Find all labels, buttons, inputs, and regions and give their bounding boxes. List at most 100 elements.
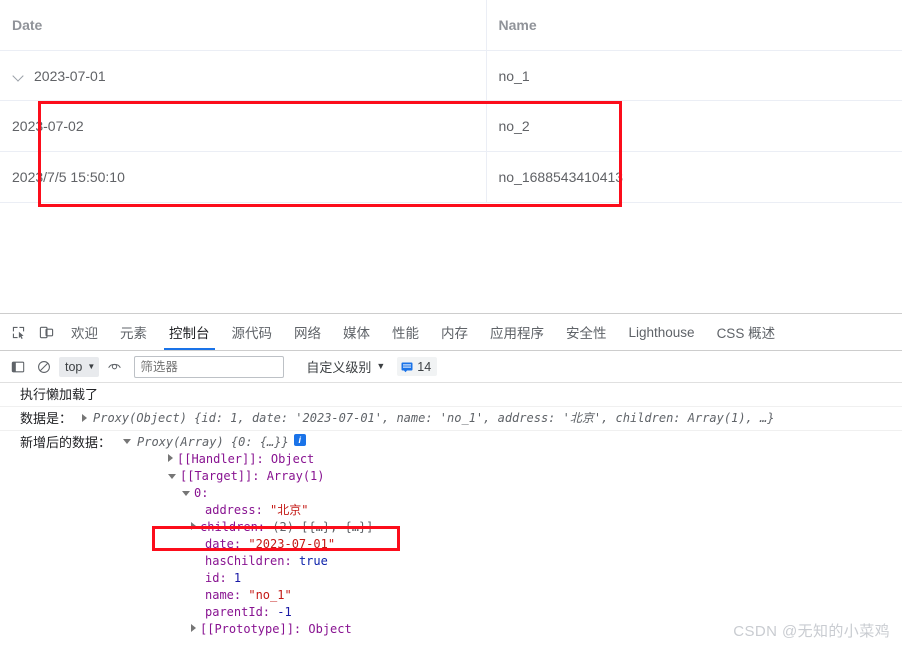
tree-prop-value: "北京" — [270, 503, 309, 517]
collapse-triangle-icon[interactable] — [168, 474, 176, 479]
expand-triangle-icon[interactable] — [82, 414, 88, 422]
tree-node-handler[interactable]: [[Handler]]: Object — [20, 451, 902, 468]
cell-name: no_1 — [486, 50, 902, 101]
device-toolbar-icon[interactable] — [32, 318, 60, 346]
tree-prop-key: id: — [205, 571, 227, 585]
tab-css-overview-label: CSS 概述 — [716, 326, 776, 341]
tab-media[interactable]: 媒体 — [332, 315, 381, 350]
column-header-date-label: Date — [12, 17, 43, 33]
tree-prop-value: 1 — [233, 571, 242, 585]
tree-node-label: [[Handler]]: Object — [177, 452, 315, 466]
tree-prop-id[interactable]: id: 1 — [20, 570, 902, 587]
expand-triangle-icon[interactable] — [191, 624, 196, 632]
cell-date: 2023-07-01 — [0, 50, 487, 101]
chevron-down-icon[interactable] — [12, 69, 26, 83]
cell-name-value: no_1 — [498, 67, 530, 84]
object-tree: [[Handler]]: Object [[Target]]: Array(1)… — [20, 451, 902, 638]
collapse-triangle-icon[interactable] — [123, 439, 132, 444]
tab-security[interactable]: 安全性 — [555, 315, 618, 350]
tree-prop-key: name: — [205, 588, 242, 602]
inspect-element-icon[interactable] — [4, 318, 32, 346]
console-output: 执行懒加载了 数据是： Proxy(Object) {id: 1, date: … — [0, 383, 902, 653]
tree-prop-key: children: — [200, 520, 266, 534]
cell-date: 2023/7/5 15:50:10 — [0, 151, 487, 203]
console-message[interactable]: 数据是： Proxy(Object) {id: 1, date: '2023-0… — [0, 407, 902, 431]
console-object-preview: Proxy(Object) {id: 1, date: '2023-07-01'… — [93, 411, 775, 425]
tree-prop-address[interactable]: address: "北京" — [20, 502, 902, 519]
tab-network[interactable]: 网络 — [283, 315, 332, 350]
tab-elements-label: 元素 — [120, 326, 147, 341]
info-icon[interactable]: i — [293, 434, 306, 446]
log-level-selector[interactable]: 自定义级别 ▼ — [306, 357, 385, 376]
console-message[interactable]: 新增后的数据： Proxy(Array) {0: {…}} i [[Handle… — [0, 431, 902, 641]
cell-date-value: 2023-07-02 — [12, 118, 84, 134]
tree-prop-children[interactable]: children: (2) [{…}, {…}] — [20, 519, 902, 536]
column-header-date[interactable]: Date — [0, 0, 487, 51]
filter-input[interactable] — [134, 355, 285, 378]
tab-memory[interactable]: 内存 — [430, 315, 479, 350]
tree-prop-value: true — [298, 554, 328, 568]
tree-prop-date[interactable]: date: "2023-07-01" — [20, 536, 902, 553]
tree-prop-name[interactable]: name: "no_1" — [20, 587, 902, 604]
expand-triangle-icon[interactable] — [191, 522, 196, 530]
table-row[interactable]: 2023/7/5 15:50:10 no_1688543410413 — [0, 151, 902, 203]
tree-prop-haschildren[interactable]: hasChildren: true — [20, 553, 902, 570]
console-message-label: 数据是： — [20, 411, 73, 426]
tab-application[interactable]: 应用程序 — [479, 315, 555, 350]
column-header-name-label: Name — [498, 17, 537, 33]
table-body: 2023-07-01 no_1 2023-07-02 no_2 2023/7/5… — [0, 50, 902, 203]
console-sidebar-icon[interactable] — [5, 354, 31, 380]
tab-elements[interactable]: 元素 — [109, 315, 158, 350]
tab-welcome[interactable]: 欢迎 — [60, 315, 109, 350]
tree-prop-value: -1 — [277, 605, 292, 619]
cell-name: no_1688543410413 — [486, 151, 902, 203]
tab-css-overview[interactable]: CSS 概述 — [706, 315, 787, 350]
log-level-label: 自定义级别 — [306, 360, 372, 375]
tab-sources-label: 源代码 — [231, 326, 273, 341]
tab-performance-label: 性能 — [392, 326, 419, 341]
execution-context-selector[interactable]: top ▼ — [59, 356, 100, 377]
table-row[interactable]: 2023-07-01 no_1 — [0, 50, 902, 101]
tree-prop-value: "no_1" — [248, 588, 292, 602]
clear-console-icon[interactable] — [31, 354, 57, 380]
tree-prop-parentid[interactable]: parentId: -1 — [20, 604, 902, 621]
cell-date-value: 2023/7/5 15:50:10 — [12, 169, 125, 185]
console-toolbar: top ▼ 自定义级别 ▼ 14 — [0, 351, 902, 383]
issues-badge[interactable]: 14 — [397, 357, 438, 376]
table-header-row: Date Name — [0, 0, 902, 51]
tree-prop-value: "2023-07-01" — [248, 537, 336, 551]
tab-sources[interactable]: 源代码 — [221, 315, 284, 350]
console-message[interactable]: 执行懒加载了 — [0, 383, 902, 407]
tree-node-label: [[Prototype]]: Object — [200, 622, 352, 636]
tab-console-label: 控制台 — [169, 326, 210, 341]
tree-prop-key: address: — [205, 503, 263, 517]
tree-prop-value: (2) [{…}, {…}] — [272, 520, 374, 534]
expand-triangle-icon[interactable] — [168, 454, 173, 462]
chevron-down-icon: ▼ — [87, 361, 96, 371]
tab-welcome-label: 欢迎 — [71, 326, 98, 341]
cell-name-value: no_2 — [498, 118, 530, 134]
data-table: Date Name 2023-07-01 no_1 2023-07-02 no_… — [0, 0, 902, 203]
tree-node-label: 0: — [194, 486, 209, 500]
chevron-down-icon: ▼ — [376, 361, 386, 371]
tab-lighthouse-label: Lighthouse — [628, 324, 695, 340]
tab-lighthouse[interactable]: Lighthouse — [618, 315, 706, 350]
tab-console[interactable]: 控制台 — [158, 315, 221, 350]
table-header: Date Name — [0, 0, 902, 51]
cell-date-value: 2023-07-01 — [34, 67, 106, 84]
collapse-triangle-icon[interactable] — [182, 491, 190, 496]
tab-security-label: 安全性 — [566, 326, 607, 341]
issues-icon — [401, 361, 413, 373]
console-message-label: 新增后的数据： — [20, 435, 112, 450]
tree-prop-key: parentId: — [205, 605, 271, 619]
tree-node-index-0[interactable]: 0: — [20, 485, 902, 502]
cell-date: 2023-07-02 — [0, 100, 487, 152]
live-expression-icon[interactable] — [101, 354, 127, 380]
table-row[interactable]: 2023-07-02 no_2 — [0, 100, 902, 152]
tree-node-target[interactable]: [[Target]]: Array(1) — [20, 468, 902, 485]
console-object-root: Proxy(Array) {0: {…}} — [137, 435, 289, 449]
tab-network-label: 网络 — [294, 326, 321, 341]
cell-name-value: no_1688543410413 — [498, 169, 624, 185]
tab-performance[interactable]: 性能 — [381, 315, 430, 350]
column-header-name[interactable]: Name — [486, 0, 902, 51]
